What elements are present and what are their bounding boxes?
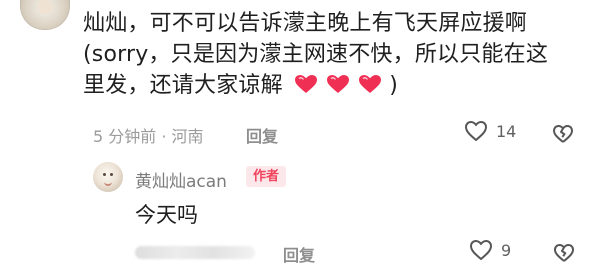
heart-emoji-group [294, 74, 382, 94]
author-avatar-eye-right [110, 173, 113, 176]
author-badge: 作者 [246, 166, 286, 187]
heart-icon [327, 75, 350, 93]
commenter-avatar[interactable] [20, 0, 70, 30]
commenter-avatar-face [38, 0, 52, 14]
comment-body: 灿灿，可不可以告诉濛主晚上有飞天屏应援啊 (sorry，只是因为濛主网速不快，所… [83, 8, 583, 101]
comment-meta-row: 5 分钟前 · 河南 回复 14 [83, 120, 583, 147]
comment-line-3-end: ) [389, 73, 399, 98]
reply-author-name[interactable]: 黄灿灿acan [135, 167, 227, 192]
broken-heart-icon [554, 244, 574, 262]
comment-line-1: 灿灿，可不可以告诉濛主晚上有飞天屏应援啊 [83, 11, 528, 36]
reply-like-button[interactable]: 9 [469, 239, 511, 261]
like-outline-icon [469, 239, 493, 261]
reply-like-count: 9 [501, 240, 512, 260]
comment-thread: 灿灿，可不可以告诉濛主晚上有飞天屏应援啊 (sorry，只是因为濛主网速不快，所… [0, 0, 600, 271]
reply-meta-blurred-text [135, 246, 255, 259]
like-outline-icon [464, 120, 488, 142]
comment-line-3: 里发，还请大家谅解 ) [83, 70, 583, 101]
author-avatar-eye-left [103, 173, 106, 176]
comment-dislike-button[interactable] [552, 124, 574, 144]
reply-dislike-button[interactable] [553, 243, 575, 263]
comment-line-3-text: 里发，还请大家谅解 [83, 73, 283, 98]
author-avatar-mouth [104, 180, 112, 186]
author-avatar[interactable] [93, 162, 123, 192]
comment-like-button[interactable]: 14 [464, 120, 516, 142]
reply-body: 今天吗 [135, 203, 198, 227]
heart-icon [359, 75, 382, 93]
comment-line-2: (sorry，只是因为濛主网速不快，所以只能在这 [83, 42, 549, 67]
reply-meta-row: 回复 9 [135, 239, 585, 266]
heart-icon [295, 75, 318, 93]
comment-reply-button[interactable]: 回复 [246, 123, 278, 147]
reply-reply-button[interactable]: 回复 [283, 242, 315, 266]
comment-time-location: 5 分钟前 · 河南 [93, 127, 204, 146]
broken-heart-icon [553, 125, 573, 143]
comment-like-count: 14 [496, 121, 517, 141]
